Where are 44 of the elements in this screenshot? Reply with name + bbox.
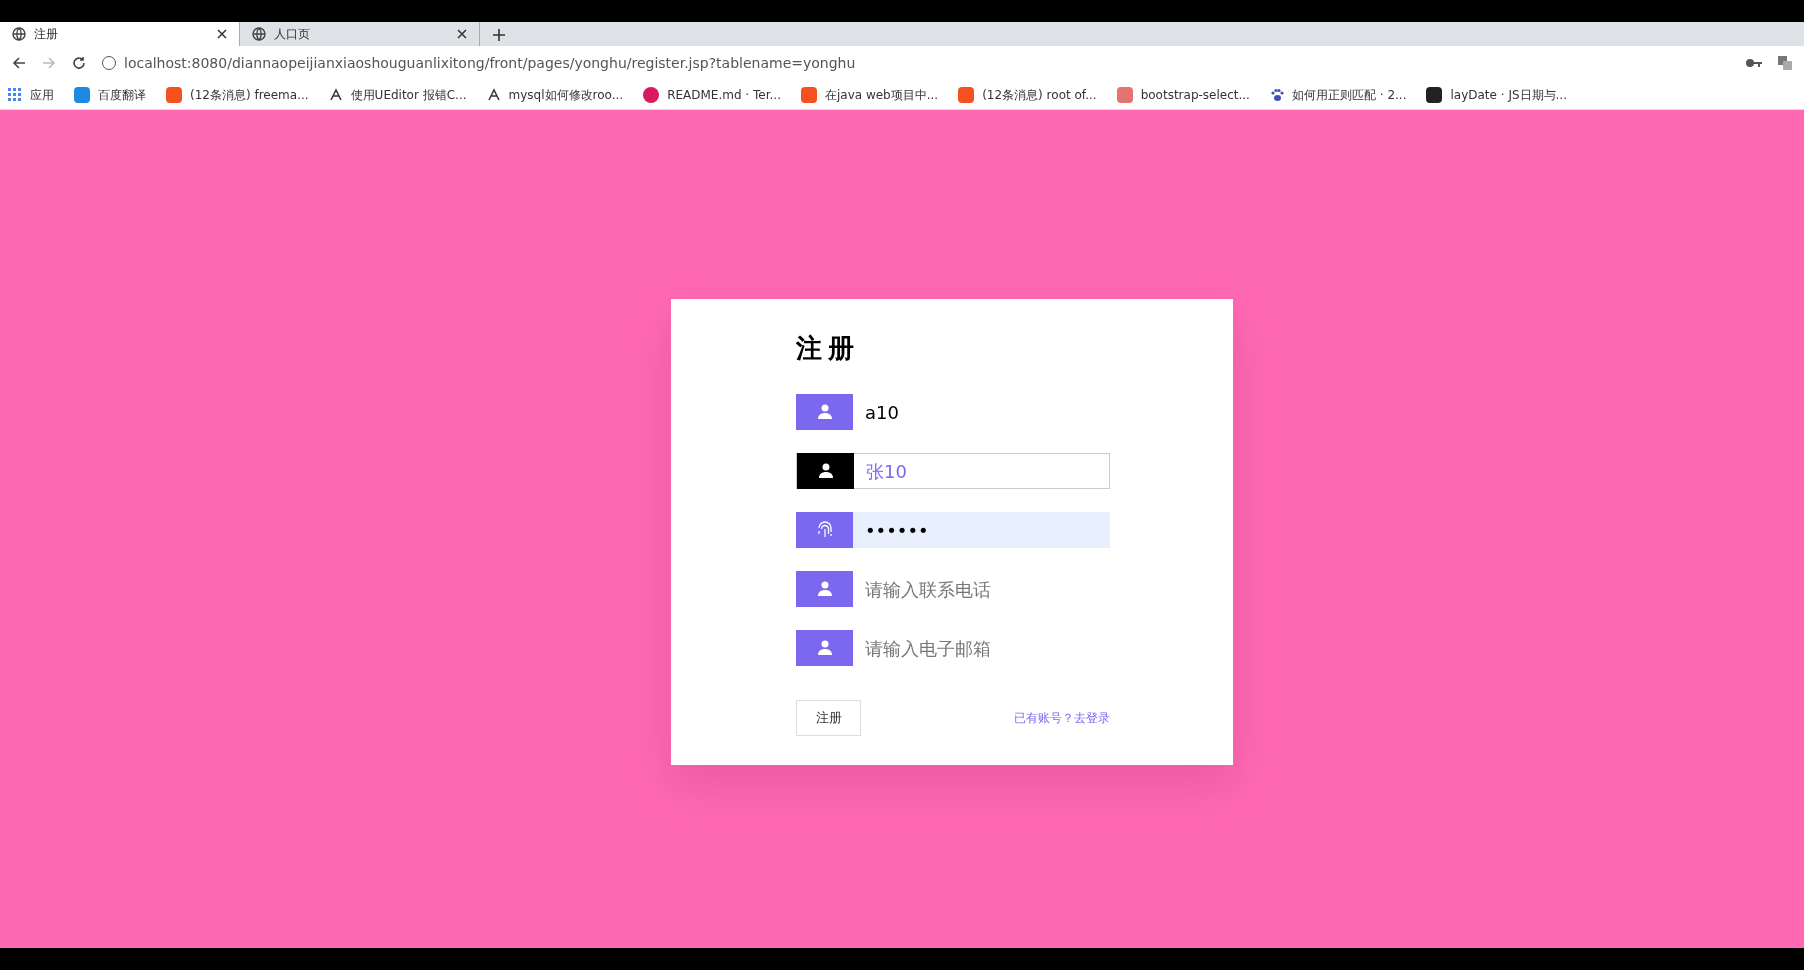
bookmark[interactable]: (12条消息) root of...	[958, 85, 1097, 104]
user-icon	[816, 462, 835, 480]
bookmark[interactable]: 使用UEditor 报错C...	[328, 85, 467, 104]
form-title: 注册	[796, 332, 861, 365]
bookmark[interactable]: mysql如何修改roo...	[486, 85, 624, 104]
bookmark-favicon-icon	[328, 87, 343, 102]
bookmark-favicon-icon	[486, 87, 501, 102]
new-tab-icon[interactable]	[492, 28, 506, 42]
back-arrow-icon[interactable]	[12, 56, 26, 70]
tab-title: 人口页	[274, 26, 311, 42]
key-icon[interactable]	[1746, 58, 1762, 68]
paw-icon	[1269, 87, 1284, 102]
login-link[interactable]: 已有账号？去登录	[1014, 709, 1110, 727]
user-icon	[815, 639, 834, 657]
bookmark-favicon-icon	[1426, 86, 1443, 103]
bookmark-favicon-icon	[166, 86, 182, 103]
user-icon	[815, 580, 834, 598]
input-field[interactable]: 张10	[796, 453, 1110, 489]
reload-icon[interactable]	[72, 56, 86, 70]
tab-title: 注册	[34, 26, 59, 42]
globe-icon	[12, 27, 26, 41]
bookmark-favicon-icon	[1116, 86, 1133, 103]
bookmark[interactable]: (12条消息) freema...	[166, 85, 309, 104]
bookmark-favicon-icon	[958, 86, 975, 103]
bookmark[interactable]: layDate · JS日期与...	[1426, 85, 1567, 104]
url-text: localhost:8080/diannaopeijianxiaoshouguanlixitong/front/pages/yonghu/register.jsp?tablename=yonghu	[124, 53, 856, 73]
close-icon[interactable]	[217, 29, 227, 39]
apps-grid-icon	[8, 87, 22, 102]
register-button[interactable]: 注册	[796, 700, 861, 736]
globe-icon	[252, 27, 266, 41]
bookmark[interactable]: bootstrap-select...	[1116, 85, 1250, 104]
bookmark[interactable]: 在java web项目中...	[800, 85, 939, 104]
fingerprint-icon	[815, 520, 834, 540]
input-field[interactable]: ••••••	[796, 512, 1110, 548]
bookmark[interactable]: README.md · Ter...	[643, 85, 781, 104]
bookmark[interactable]: 应用	[8, 85, 54, 104]
bookmark[interactable]: 如何用正则匹配 · 2...	[1269, 85, 1407, 104]
bookmark-favicon-icon	[643, 86, 660, 103]
close-icon[interactable]	[457, 29, 467, 39]
bookmark[interactable]: 百度翻译	[74, 85, 146, 104]
user-icon	[815, 403, 834, 421]
bookmark-favicon-icon	[800, 86, 817, 103]
bookmark-favicon-icon	[74, 86, 90, 103]
browser-tab[interactable]: 注册	[0, 22, 240, 46]
